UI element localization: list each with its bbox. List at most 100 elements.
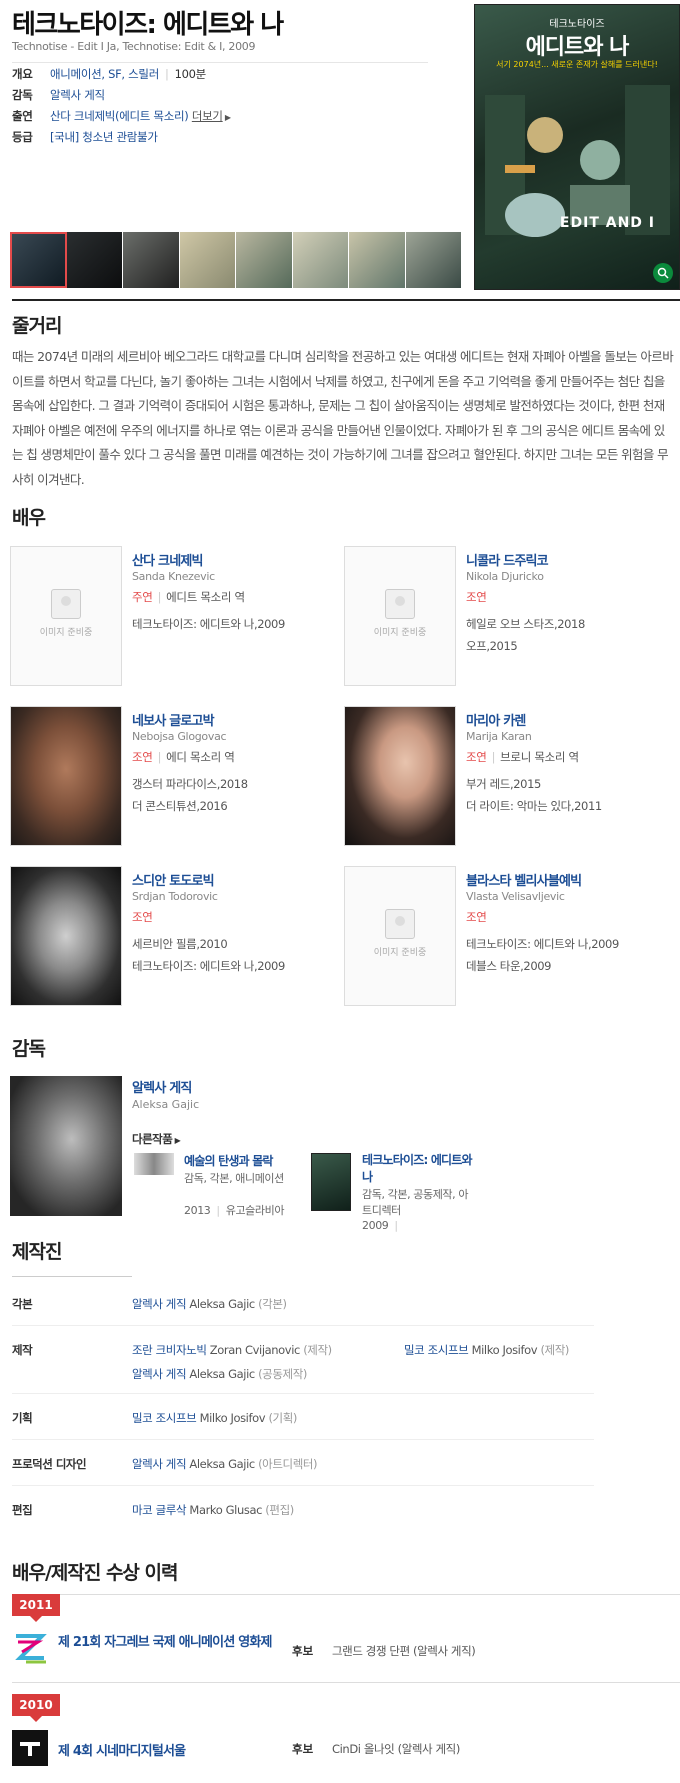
actor-name[interactable]: 니콜라 드주릭코 xyxy=(466,550,549,569)
still-thumbnail[interactable] xyxy=(405,232,462,288)
no-image-placeholder: 이미지 준비중 xyxy=(344,866,456,1006)
actor-role: 조연 xyxy=(466,910,487,924)
crew-entry[interactable]: 밀코 조시프브 Milko Josifov (제작) xyxy=(404,1342,569,1358)
actor-photo xyxy=(10,706,122,846)
award-detail: 그랜드 경쟁 단편 (알렉사 게직) xyxy=(332,1644,476,1658)
still-thumbnail[interactable] xyxy=(236,232,293,288)
crew-row: 편집 마코 글루삭 Marko Glusac (편집) xyxy=(12,1486,594,1532)
crew-entry[interactable]: 알렉사 게직 Aleksa Gajic (각본) xyxy=(132,1296,287,1312)
other-works-label: 다른작품 ▶ xyxy=(132,1132,181,1146)
overview-label: 개요 xyxy=(12,67,33,81)
synopsis-heading: 줄거리 xyxy=(12,315,62,337)
director-work-roles: 감독, 각본, 공동제작, 아트디렉터 xyxy=(362,1188,469,1217)
actor-work[interactable]: 테크노타이즈: 에디트와 나,2009 xyxy=(132,958,285,974)
actor-card[interactable]: 이미지 준비중 블라스타 벨리사블예빅 Vlasta Velisavljevic… xyxy=(344,866,664,1008)
actor-work[interactable]: 더 라이트: 악마는 있다,2011 xyxy=(466,798,602,814)
director-work-meta: 2009 | xyxy=(362,1219,398,1232)
actor-photo xyxy=(344,706,456,846)
cast-label: 출연 xyxy=(12,109,33,123)
crew-row: 기획 밀코 조시프브 Milko Josifov (기획) xyxy=(12,1394,594,1440)
director-photo[interactable] xyxy=(10,1076,122,1216)
actor-name[interactable]: 네보사 글로고박 xyxy=(132,710,215,729)
chevron-right-icon: ▶ xyxy=(172,1136,181,1145)
award-status: 후보 xyxy=(292,1742,314,1756)
director-work-title[interactable]: 테크노타이즈: 에디트와 나 xyxy=(362,1152,482,1186)
actor-work[interactable]: 오프,2015 xyxy=(466,638,518,654)
actor-card[interactable]: 네보사 글로고박 Nebojsa Glogovac 조연 | 에디 목소리 역 갱스… xyxy=(10,706,330,848)
director-heading: 감독 xyxy=(12,1038,46,1060)
poster-tagline: 서기 2074년... 새로운 존재가 살해를 드러낸다! xyxy=(496,60,658,69)
actor-card[interactable]: 마리아 카렌 Marija Karan 조연 | 브로니 목소리 역 부거 레드,2… xyxy=(344,706,664,848)
chevron-right-icon: ▶ xyxy=(222,113,231,122)
award-status: 후보 xyxy=(292,1644,314,1658)
actor-name[interactable]: 블라스타 벨리사블예빅 xyxy=(466,870,582,889)
still-thumbnail[interactable] xyxy=(179,232,236,288)
festival-name[interactable]: 제 21회 자그레브 국제 애니메이션 영화제 xyxy=(58,1633,278,1653)
actor-work[interactable]: 헤일로 오브 스타즈,2018 xyxy=(466,616,585,632)
cast-link[interactable]: 산다 크네제빅(에디트 목소리) xyxy=(50,109,189,123)
crew-label: 제작 xyxy=(12,1343,33,1357)
actor-name[interactable]: 산다 크네제빅 xyxy=(132,550,203,569)
image-placeholder-icon xyxy=(385,909,415,939)
cast-row: 출연 산다 크네제빅(에디트 목소리) 더보기 ▶ xyxy=(12,108,462,124)
actor-work[interactable]: 더 콘스티튜션,2016 xyxy=(132,798,228,814)
crew-label: 프로덕션 디자인 xyxy=(12,1457,87,1471)
actor-role: 조연 xyxy=(466,590,487,604)
festival-logo xyxy=(12,1630,48,1666)
director-work-title[interactable]: 예술의 탄생과 몰락 xyxy=(184,1152,273,1169)
still-thumbnail[interactable] xyxy=(123,232,180,288)
director-work-roles: 감독, 각본, 애니메이션 xyxy=(184,1172,284,1185)
actor-work[interactable]: 테크노타이즈: 에디트와 나,2009 xyxy=(132,616,285,632)
crew-entry[interactable]: 밀코 조시프브 Milko Josifov (기획) xyxy=(132,1410,297,1426)
rating-label: 등급 xyxy=(12,130,33,144)
movie-poster[interactable]: 테크노타이즈 에디트와 나 서기 2074년... 새로운 존재가 살해를 드러… xyxy=(474,4,680,290)
search-icon[interactable] xyxy=(653,263,673,283)
actor-card[interactable]: 이미지 준비중 니콜라 드주릭코 Nikola Djuricko 조연 헤일로 … xyxy=(344,546,664,688)
work-thumbnail[interactable] xyxy=(311,1153,351,1211)
actor-english-name: Vlasta Velisavljevic xyxy=(466,890,565,903)
crew-label: 기획 xyxy=(12,1411,33,1425)
actor-name[interactable]: 스디안 토도로빅 xyxy=(132,870,215,889)
crew-entry[interactable]: 마코 글루삭 Marko Glusac (편집) xyxy=(132,1502,294,1518)
actors-heading: 배우 xyxy=(12,507,46,529)
director-name[interactable]: 알렉사 게직 xyxy=(132,1077,192,1096)
crew-entry[interactable]: 조란 크비자노빅 Zoran Cvijanovic (제작) xyxy=(132,1342,332,1358)
actor-role: 주연 | 에디트 목소리 역 xyxy=(132,590,245,604)
still-thumbnail[interactable] xyxy=(292,232,349,288)
genre-link[interactable]: 애니메이션, SF, 스릴러 xyxy=(50,67,159,81)
poster-title: 에디트와 나 xyxy=(525,35,630,60)
divider xyxy=(12,1276,132,1277)
still-thumbnail[interactable] xyxy=(66,232,123,288)
actor-role: 조연 xyxy=(132,910,153,924)
actor-name[interactable]: 마리아 카렌 xyxy=(466,710,526,729)
runtime: 100분 xyxy=(174,67,207,81)
divider xyxy=(12,1682,680,1683)
director-row: 감독 알렉사 게직 xyxy=(12,87,462,103)
still-thumbnail[interactable] xyxy=(349,232,406,288)
festival-name[interactable]: 제 4회 시네마디지털서울 xyxy=(58,1740,186,1759)
actor-card[interactable]: 스디안 토도로빅 Srdjan Todorovic 조연 세르비안 필름,201… xyxy=(10,866,330,1008)
director-label: 감독 xyxy=(12,88,33,102)
crew-label: 각본 xyxy=(12,1297,33,1311)
actor-work[interactable]: 테크노타이즈: 에디트와 나,2009 xyxy=(466,936,619,952)
award-detail: CinDi 올나잇 (알렉사 게직) xyxy=(332,1742,460,1756)
movie-title: 테크노타이즈: 에디트와 나 xyxy=(12,10,284,40)
actor-work[interactable]: 세르비안 필름,2010 xyxy=(132,936,228,952)
crew-row: 제작 조란 크비자노빅 Zoran Cvijanovic (제작) 밀코 조시프… xyxy=(12,1326,594,1394)
rating-link[interactable]: [국내] 청소년 관람불가 xyxy=(50,130,158,144)
image-placeholder-icon xyxy=(385,589,415,619)
actor-work[interactable]: 데블스 타운,2009 xyxy=(466,958,551,974)
director-english-name: Aleksa Gajic xyxy=(132,1098,200,1111)
actor-work[interactable]: 부거 레드,2015 xyxy=(466,776,541,792)
still-thumbnail[interactable] xyxy=(10,232,67,288)
actor-work[interactable]: 갱스터 파라다이스,2018 xyxy=(132,776,248,792)
section-divider xyxy=(12,299,680,301)
crew-entry[interactable]: 알렉사 게직 Aleksa Gajic (공동제작) xyxy=(132,1366,307,1382)
actor-card[interactable]: 이미지 준비중 산다 크네제빅 Sanda Knezevic 주연 | 에디트 목소… xyxy=(10,546,330,688)
work-thumbnail[interactable] xyxy=(134,1153,174,1175)
cast-more-link[interactable]: 더보기 xyxy=(192,109,223,123)
crew-label: 편집 xyxy=(12,1503,33,1517)
overview-row: 개요 애니메이션, SF, 스릴러 | 100분 xyxy=(12,67,207,81)
director-link[interactable]: 알렉사 게직 xyxy=(50,88,105,102)
crew-entry[interactable]: 알렉사 게직 Aleksa Gajic (아트디렉터) xyxy=(132,1456,318,1472)
